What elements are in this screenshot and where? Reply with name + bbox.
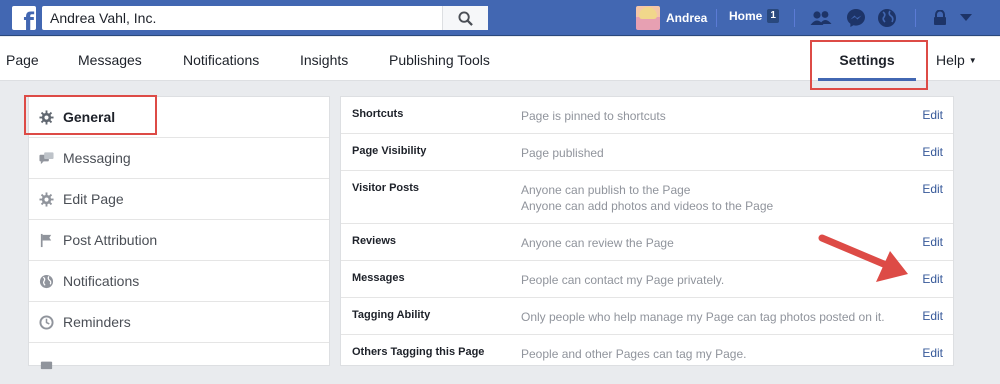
tab-insights[interactable]: Insights <box>300 52 348 68</box>
search-icon <box>458 10 473 26</box>
tab-help[interactable]: Help ▼ <box>936 52 977 68</box>
setting-value-line: Anyone can add photos and videos to the … <box>521 199 774 213</box>
globe-icon[interactable] <box>876 8 898 28</box>
settings-row-page-visibility: Page Visibility Page published Edit <box>341 134 953 171</box>
setting-value-line: Anyone can publish to the Page <box>521 183 691 197</box>
caret-down-icon: ▼ <box>968 56 977 65</box>
divider <box>794 9 795 27</box>
tab-notifications[interactable]: Notifications <box>183 52 259 68</box>
edit-link[interactable]: Edit <box>922 182 943 196</box>
lock-icon[interactable] <box>929 8 951 28</box>
search-input[interactable] <box>42 6 442 30</box>
divider <box>716 9 717 27</box>
home-link[interactable]: Home 1 <box>729 9 779 23</box>
sidebar-item-reminders[interactable]: Reminders <box>29 302 329 343</box>
facebook-f-icon[interactable]: f <box>12 6 36 30</box>
settings-row-messages: Messages People can contact my Page priv… <box>341 261 953 298</box>
home-count-badge: 1 <box>767 9 779 23</box>
setting-value: People and other Pages can tag my Page. <box>521 347 747 361</box>
friend-requests-icon[interactable] <box>810 8 832 28</box>
search-box <box>42 6 488 30</box>
tab-publishing-tools[interactable]: Publishing Tools <box>389 52 490 68</box>
chevron-down-icon[interactable] <box>955 8 977 28</box>
setting-value: Page is pinned to shortcuts <box>521 109 666 123</box>
tab-messages[interactable]: Messages <box>78 52 142 68</box>
sidebar-item-label: Edit Page <box>63 191 124 207</box>
setting-value: Anyone can review the Page <box>521 236 674 250</box>
sidebar-item-notifications[interactable]: Notifications <box>29 261 329 302</box>
setting-name: Others Tagging this Page <box>352 346 485 358</box>
setting-name: Page Visibility <box>352 145 427 157</box>
edit-link[interactable]: Edit <box>922 272 943 286</box>
sidebar-item-label: Messaging <box>63 150 131 166</box>
edit-link[interactable]: Edit <box>922 108 943 122</box>
setting-name: Messages <box>352 272 405 284</box>
profile-link[interactable]: Andrea <box>636 4 707 32</box>
edit-link[interactable]: Edit <box>922 235 943 249</box>
settings-table: Shortcuts Page is pinned to shortcuts Ed… <box>340 96 954 366</box>
settings-row-reviews: Reviews Anyone can review the Page Edit <box>341 224 953 261</box>
top-bar: f Andrea Home 1 <box>0 0 1000 36</box>
tab-page[interactable]: Page <box>6 52 39 68</box>
home-label: Home <box>729 9 763 23</box>
sidebar-item-edit-page[interactable]: Edit Page <box>29 179 329 220</box>
setting-value: Anyone can publish to the Page Anyone can… <box>521 182 773 214</box>
setting-value: People can contact my Page privately. <box>521 273 725 287</box>
setting-name: Visitor Posts <box>352 182 420 194</box>
settings-row-shortcuts: Shortcuts Page is pinned to shortcuts Ed… <box>341 97 953 134</box>
gear-icon <box>39 192 54 207</box>
settings-row-others-tagging: Others Tagging this Page People and othe… <box>341 335 953 372</box>
edit-link[interactable]: Edit <box>922 309 943 323</box>
search-button[interactable] <box>442 6 488 30</box>
settings-row-visitor-posts: Visitor Posts Anyone can publish to the … <box>341 171 953 224</box>
menu-icon <box>40 361 53 370</box>
sidebar-item-messaging[interactable]: Messaging <box>29 138 329 179</box>
settings-highlight-box <box>810 40 928 90</box>
globe-icon <box>39 274 54 289</box>
messenger-icon[interactable] <box>845 8 867 28</box>
avatar <box>636 6 660 30</box>
setting-value: Only people who help manage my Page can … <box>521 310 885 324</box>
user-name: Andrea <box>666 11 708 25</box>
tab-help-label: Help <box>936 52 965 68</box>
setting-name: Shortcuts <box>352 108 404 120</box>
setting-value: Page published <box>521 146 604 160</box>
edit-link[interactable]: Edit <box>922 346 943 360</box>
sidebar-item-label: Reminders <box>63 314 131 330</box>
setting-name: Tagging Ability <box>352 309 431 321</box>
settings-sidebar: General Messaging Edit Page Post Attribu… <box>28 96 330 370</box>
chat-bubbles-icon <box>39 152 54 165</box>
sidebar-item-post-attribution[interactable]: Post Attribution <box>29 220 329 261</box>
sidebar-item-partial[interactable] <box>29 343 329 384</box>
setting-name: Reviews <box>352 235 397 247</box>
sidebar-item-label: Notifications <box>63 273 140 289</box>
flag-icon <box>40 233 52 248</box>
settings-row-tagging-ability: Tagging Ability Only people who help man… <box>341 298 953 335</box>
general-highlight-box <box>24 95 157 135</box>
sidebar-item-label: Post Attribution <box>63 232 158 248</box>
clock-icon <box>39 315 54 330</box>
edit-link[interactable]: Edit <box>922 145 943 159</box>
divider <box>915 9 916 27</box>
